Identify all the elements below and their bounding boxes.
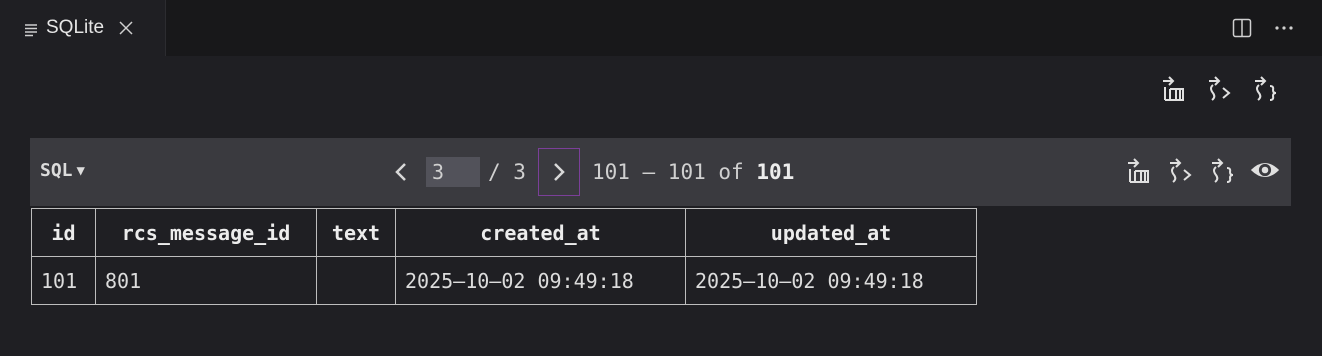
top-export-icons [1158, 70, 1282, 106]
export-json-icon[interactable] [1250, 70, 1282, 106]
table-header-row: id rcs_message_id text created_at update… [31, 208, 977, 257]
eye-icon[interactable] [1249, 152, 1281, 188]
total-rows: 101 [756, 160, 795, 184]
cell-rcs-message-id[interactable]: 801 [95, 256, 317, 305]
export-html-icon[interactable] [1165, 152, 1197, 188]
column-header-rcs-message-id[interactable]: rcs_message_id [95, 208, 317, 257]
export-json-icon[interactable] [1207, 152, 1239, 188]
results-toolbar: SQL ▼ / 3 101 – 101 of 101 [30, 138, 1291, 206]
column-header-text[interactable]: text [316, 208, 396, 257]
export-csv-icon[interactable] [1158, 70, 1190, 106]
editor-tab-bar: SQLite [0, 0, 1322, 56]
cell-text[interactable] [316, 256, 396, 305]
split-editor-icon[interactable] [1228, 14, 1256, 42]
more-actions-icon[interactable] [1270, 14, 1298, 42]
sql-toggle-button[interactable]: SQL ▼ [40, 160, 85, 181]
table-row: 101 801 2025–10–02 09:49:18 2025–10–02 0… [31, 256, 977, 305]
total-pages: / 3 [488, 160, 526, 184]
pagination: / 3 101 – 101 of 101 [380, 148, 794, 196]
cell-updated-at[interactable]: 2025–10–02 09:49:18 [685, 256, 977, 305]
export-html-icon[interactable] [1204, 70, 1236, 106]
export-csv-icon[interactable] [1123, 152, 1155, 188]
prev-page-button[interactable] [380, 148, 422, 196]
toolbar-icons [1123, 152, 1281, 188]
row-range: 101 – 101 of 101 [592, 160, 794, 184]
row-range-label: 101 – 101 of [591, 160, 744, 184]
tab-actions [1228, 14, 1298, 42]
results-table: id rcs_message_id text created_at update… [31, 208, 977, 305]
column-header-updated-at[interactable]: updated_at [685, 208, 977, 257]
column-header-created-at[interactable]: created_at [395, 208, 686, 257]
tab-sqlite[interactable]: SQLite [0, 0, 166, 56]
close-icon[interactable] [118, 20, 134, 36]
cell-created-at[interactable]: 2025–10–02 09:49:18 [395, 256, 686, 305]
tab-title: SQLite [46, 17, 105, 38]
column-header-id[interactable]: id [31, 208, 96, 257]
page-number-input[interactable] [426, 157, 480, 187]
next-page-button[interactable] [537, 148, 580, 196]
cell-id[interactable]: 101 [31, 256, 96, 305]
document-lines-icon [24, 21, 38, 37]
sql-label: SQL [40, 160, 73, 181]
caret-down-icon: ▼ [76, 162, 85, 179]
